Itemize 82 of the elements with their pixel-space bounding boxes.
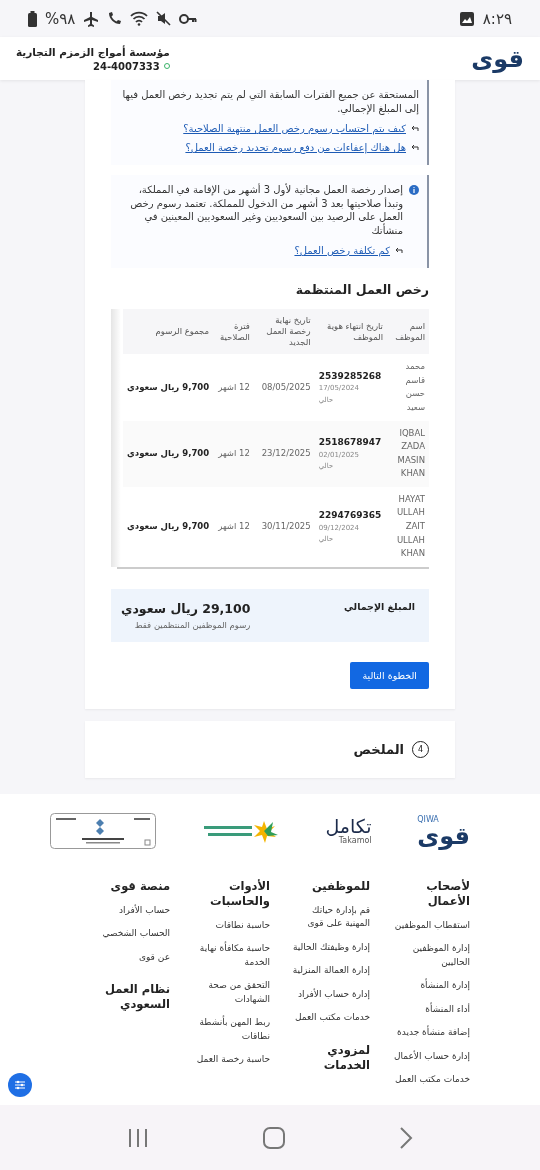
help-link[interactable]: كم تكلفة رخص العمل؟ bbox=[294, 245, 390, 256]
column-header: فترة الصلاحية bbox=[213, 309, 254, 355]
footer-link[interactable]: حساب الأفراد bbox=[90, 903, 170, 918]
airplane-icon bbox=[83, 10, 100, 27]
column-header: تاريخ نهاية رخصة العمل الجديد bbox=[253, 309, 315, 355]
column-header: تاريخ انتهاء هوية الموظف bbox=[314, 309, 387, 355]
reply-arrow-icon bbox=[411, 144, 419, 151]
id-number: 2294769365 bbox=[318, 509, 382, 523]
employee-name: محمد قاسم حسن سعيد bbox=[387, 354, 429, 421]
footer-heading: لأصحاب الأعمال bbox=[425, 878, 470, 909]
footer-heading: نظام العمل السعودي bbox=[104, 982, 170, 1013]
footer-link[interactable]: قم بإدارة حياتك المهنية على قوى bbox=[290, 903, 370, 931]
reply-arrow-icon bbox=[411, 125, 419, 132]
employee-name: IQBAL ZADA MASIN KHAN bbox=[387, 420, 429, 487]
qiwa-logo[interactable]: قوى bbox=[471, 46, 524, 71]
company-name: مؤسسة أمواج الزمزم التجارية bbox=[16, 45, 170, 58]
footer-link[interactable]: أداء المنشأة bbox=[390, 1002, 470, 1017]
clock-time: ٨:٢٩ bbox=[482, 9, 512, 28]
sliders-icon bbox=[14, 1079, 26, 1091]
help-link[interactable]: هل هناك إعفاءات من دفع رسوم تجديد رخصة العمل؟ bbox=[185, 142, 406, 153]
footer-link[interactable]: حاسبة نطاقات bbox=[190, 918, 270, 933]
logo-caption: QIWA bbox=[417, 814, 439, 824]
footer-link[interactable]: إدارة حساب الأفراد bbox=[290, 987, 370, 1002]
key-icon bbox=[179, 12, 198, 25]
home-icon[interactable] bbox=[263, 1126, 285, 1149]
help-link[interactable]: كيف يتم احتساب رسوم رخص العمل منتهية الصلاحية؟ bbox=[183, 123, 406, 134]
footer-link[interactable]: ربط المهن بأنشطة نطاقات bbox=[190, 1016, 270, 1044]
image-icon bbox=[458, 10, 475, 27]
establishment-number: 24-4007333 bbox=[93, 60, 160, 72]
logo-caption: Takamol bbox=[338, 836, 372, 846]
reply-arrow-icon bbox=[395, 247, 403, 254]
total-note: رسوم الموظفين المنتظمين فقط bbox=[134, 619, 251, 630]
validity-period: 12 اشهر bbox=[213, 420, 254, 487]
footer-link[interactable]: إدارة الموظفين الحاليين bbox=[390, 942, 470, 970]
footer-link[interactable]: التحقق من صحة الشهادات bbox=[190, 979, 270, 1007]
back-icon[interactable] bbox=[399, 1126, 413, 1149]
footer-link[interactable]: خدمات مكتب العمل bbox=[390, 1073, 470, 1087]
column-header: اسم الموظف bbox=[387, 309, 429, 355]
id-number: 2539285268 bbox=[318, 369, 382, 383]
accessibility-button[interactable] bbox=[8, 1073, 32, 1097]
info-text: إصدار رخصة العمل مجانية لأول 3 أشهر من الإقامة في المملكة، وتبدأ صلاحيتها بعد 3 أشهر من الدخول للمملكة. تعتمد رسوم رخص العمل على الرصيد بين السعوديين وغير السعوديين المعينين في منشأتك bbox=[129, 183, 403, 237]
battery-icon bbox=[28, 10, 37, 27]
mute-icon bbox=[156, 11, 172, 26]
footer-heading: الأدوات والحاسبات bbox=[209, 878, 270, 909]
id-number: 2518678947 bbox=[318, 436, 382, 450]
total-label: المبلغ الإجمالي bbox=[343, 600, 415, 612]
column-header: مجموع الرسوم bbox=[123, 309, 214, 355]
footer-link[interactable]: حاسبة مكافأة نهاية الخدمة bbox=[190, 942, 270, 970]
next-step-button[interactable]: الخطوة التالية bbox=[350, 661, 429, 689]
validity-period: 12 اشهر bbox=[213, 486, 254, 567]
footer-link[interactable]: إدارة العمالة المنزلية bbox=[290, 964, 370, 978]
qiwa-logo: قوى bbox=[417, 823, 470, 848]
license-end-date: 08/05/2025 bbox=[253, 354, 315, 421]
wifi-call-icon bbox=[107, 11, 123, 26]
footer-link[interactable]: عن قوى bbox=[90, 950, 170, 965]
fee-total: 9,700 ريال سعودي bbox=[123, 486, 214, 567]
wifi-icon bbox=[130, 11, 149, 26]
footer-link[interactable]: استقطاب الموظفين bbox=[390, 918, 470, 933]
fee-total: 9,700 ريال سعودي bbox=[123, 354, 214, 421]
fee-total: 9,700 ريال سعودي bbox=[123, 420, 214, 487]
license-end-date: 30/11/2025 bbox=[253, 486, 315, 567]
footer-heading: منصة قوى bbox=[109, 878, 170, 894]
footer-heading: لمزودي الخدمات bbox=[322, 1042, 370, 1073]
footer-link[interactable]: خدمات مكتب العمل bbox=[290, 1011, 370, 1025]
footer-link[interactable]: حاسبة رخصة العمل bbox=[190, 1053, 270, 1067]
total-amount: 29,100 ريال سعودي bbox=[121, 600, 251, 616]
section-title: رخص العمل المنتظمة bbox=[294, 282, 429, 297]
license-end-date: 23/12/2025 bbox=[253, 420, 315, 487]
footer-link[interactable]: إدارة المنشأة bbox=[390, 979, 470, 993]
footer-link[interactable]: الحساب الشخصي bbox=[90, 927, 170, 941]
info-icon bbox=[409, 185, 419, 195]
takamol-logo: تكامل bbox=[325, 817, 372, 837]
employee-name: HAYAT ULLAH ZAIT ULLAH KHAN bbox=[387, 486, 429, 567]
recent-apps-icon[interactable] bbox=[127, 1126, 149, 1149]
battery-level: %٩٨ bbox=[45, 9, 76, 28]
footer-heading: للموظفين bbox=[310, 878, 370, 894]
footer-link[interactable]: إدارة وظيفتك الحالية bbox=[290, 940, 370, 955]
step-title: الملخص bbox=[353, 741, 404, 757]
info-text: المستحقة عن جميع الفترات السابقة التي لم يتم تجديد رخص العمل فيها إلى المبلغ الإجمالي. bbox=[121, 88, 419, 115]
footer-link[interactable]: إدارة حساب الأعمال bbox=[390, 1049, 470, 1064]
validity-period: 12 اشهر bbox=[213, 354, 254, 421]
footer-link[interactable]: إضافة منشأة جديدة bbox=[390, 1026, 470, 1040]
